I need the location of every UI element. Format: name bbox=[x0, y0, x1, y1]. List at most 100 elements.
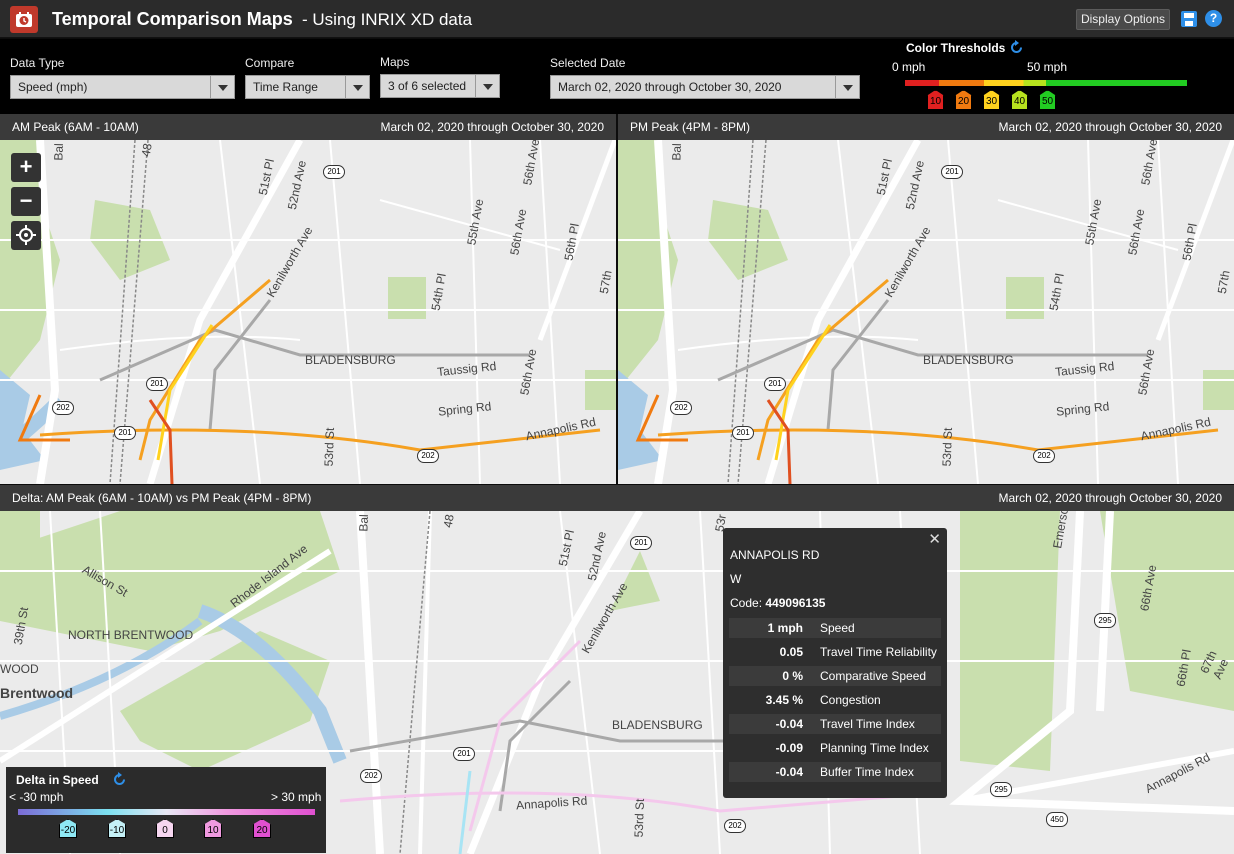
popup-row-speed: 1 mph Speed bbox=[729, 618, 941, 638]
delta-legend: Delta in Speed < -30 mph > 30 mph -20 -1… bbox=[6, 767, 326, 853]
reset-thresholds-icon[interactable] bbox=[1009, 40, 1024, 55]
map-label-bladensburg: BLADENSBURG bbox=[923, 353, 1014, 367]
popup-label: Travel Time Index bbox=[820, 717, 915, 731]
help-icon[interactable]: ? bbox=[1205, 10, 1222, 27]
popup-label: Planning Time Index bbox=[820, 741, 929, 755]
compare-value: Time Range bbox=[253, 80, 318, 94]
route-shield-295: 295 bbox=[1094, 613, 1116, 628]
popup-value: -0.04 bbox=[775, 717, 803, 731]
map-label-bladensburg: BLADENSBURG bbox=[305, 353, 396, 367]
map-label-wood: WOOD bbox=[0, 662, 39, 676]
route-shield-201: 201 bbox=[146, 377, 168, 391]
map-label-48: 48 bbox=[440, 513, 457, 529]
delta-legend-title: Delta in Speed bbox=[16, 773, 99, 787]
route-shield-202: 202 bbox=[670, 401, 692, 415]
selected-date-label: Selected Date bbox=[550, 56, 626, 70]
popup-value: 3.45 % bbox=[765, 693, 803, 707]
zoom-in-button[interactable]: + bbox=[11, 153, 41, 182]
map-label-53rd: 53rd St bbox=[321, 427, 338, 467]
display-options-button[interactable]: Display Options bbox=[1076, 9, 1170, 30]
pm-peak-title: PM Peak (4PM - 8PM) bbox=[630, 120, 751, 134]
popup-label: Travel Time Reliability bbox=[820, 645, 937, 659]
popup-row-pti: -0.09 Planning Time Index bbox=[729, 738, 941, 758]
popup-row-bti: -0.04 Buffer Time Index bbox=[729, 762, 941, 782]
popup-label: Congestion bbox=[820, 693, 881, 707]
crosshair-icon bbox=[16, 225, 36, 245]
segment-info-popup: ✕ ANNAPOLIS RD W Code: 449096135 1 mph Sp… bbox=[723, 528, 947, 798]
maps-select[interactable]: 3 of 6 selected bbox=[380, 74, 500, 98]
delta-marker-20[interactable]: 20 bbox=[253, 819, 271, 838]
delta-min-label: < -30 mph bbox=[9, 790, 64, 804]
chevron-down-icon bbox=[345, 76, 369, 98]
threshold-color-bar bbox=[905, 80, 1187, 86]
map-label-53rd: 53rd St bbox=[939, 427, 956, 467]
popup-row-ttr: 0.05 Travel Time Reliability bbox=[729, 642, 941, 662]
delta-title: Delta: AM Peak (6AM - 10AM) vs PM Peak (… bbox=[12, 491, 312, 505]
popup-value: -0.09 bbox=[775, 741, 803, 755]
route-shield-295: 295 bbox=[990, 782, 1012, 797]
route-shield-202: 202 bbox=[360, 769, 382, 783]
am-peak-panel-header: AM Peak (6AM - 10AM) March 02, 2020 thro… bbox=[0, 114, 616, 140]
app-header: Temporal Comparison Maps - Using INRIX X… bbox=[0, 0, 1234, 38]
threshold-max-label: 50 mph bbox=[1027, 60, 1068, 74]
color-thresholds-title: Color Thresholds bbox=[906, 41, 1006, 55]
am-peak-date: March 02, 2020 through October 30, 2020 bbox=[380, 120, 604, 134]
delta-marker-10[interactable]: 10 bbox=[204, 819, 222, 838]
delta-date: March 02, 2020 through October 30, 2020 bbox=[998, 491, 1222, 505]
pm-peak-date: March 02, 2020 through October 30, 2020 bbox=[998, 120, 1222, 134]
popup-value: 1 mph bbox=[767, 621, 803, 635]
delta-marker-neg20[interactable]: -20 bbox=[59, 819, 77, 838]
delta-panel-header: Delta: AM Peak (6AM - 10AM) vs PM Peak (… bbox=[0, 485, 1234, 511]
pm-peak-map[interactable]: BLADENSBURG Taussig Rd Spring Rd Annapol… bbox=[618, 140, 1234, 484]
selected-date-value: March 02, 2020 through October 30, 2020 bbox=[558, 80, 782, 94]
popup-row-congestion: 3.45 % Congestion bbox=[729, 690, 941, 710]
route-shield-201: 201 bbox=[732, 426, 754, 440]
data-type-select[interactable]: Speed (mph) bbox=[10, 75, 235, 99]
pm-peak-panel-header: PM Peak (4PM - 8PM) March 02, 2020 throu… bbox=[618, 114, 1234, 140]
reset-delta-icon[interactable] bbox=[112, 772, 127, 787]
data-type-label: Data Type bbox=[10, 56, 65, 70]
map-label-48: 48 bbox=[138, 142, 155, 158]
compare-select[interactable]: Time Range bbox=[245, 75, 370, 99]
app-title: Temporal Comparison Maps bbox=[52, 9, 293, 29]
zoom-out-button[interactable]: − bbox=[11, 187, 41, 216]
maps-value: 3 of 6 selected bbox=[388, 79, 467, 93]
popup-code-value: 449096135 bbox=[765, 596, 826, 610]
route-shield-201: 201 bbox=[630, 536, 652, 550]
popup-label: Comparative Speed bbox=[820, 669, 927, 683]
popup-value: -0.04 bbox=[775, 765, 803, 779]
route-shield-450: 450 bbox=[1046, 812, 1068, 827]
popup-value: 0.05 bbox=[779, 645, 803, 659]
maps-label: Maps bbox=[380, 55, 410, 69]
route-shield-201: 201 bbox=[323, 165, 345, 179]
close-popup-button[interactable]: ✕ bbox=[928, 530, 941, 548]
threshold-min-label: 0 mph bbox=[892, 60, 926, 74]
delta-marker-neg10[interactable]: -10 bbox=[108, 819, 126, 838]
save-icon[interactable] bbox=[1181, 11, 1197, 27]
delta-marker-0[interactable]: 0 bbox=[156, 819, 174, 838]
map-label-bladensburg: BLADENSBURG bbox=[612, 718, 703, 732]
locate-button[interactable] bbox=[11, 221, 41, 250]
delta-max-label: > 30 mph bbox=[271, 790, 322, 804]
selected-date-select[interactable]: March 02, 2020 through October 30, 2020 bbox=[550, 75, 860, 99]
popup-code-label: Code: bbox=[730, 596, 763, 610]
chevron-down-icon bbox=[835, 76, 859, 98]
map-label-53rd: 53rd St bbox=[631, 798, 648, 838]
data-type-value: Speed (mph) bbox=[18, 80, 88, 94]
route-shield-201: 201 bbox=[941, 165, 963, 179]
am-peak-map[interactable]: BLADENSBURG Taussig Rd Spring Rd Annapol… bbox=[0, 140, 616, 484]
route-shield-202: 202 bbox=[52, 401, 74, 415]
popup-label: Speed bbox=[820, 621, 855, 635]
route-shield-201: 201 bbox=[764, 377, 786, 391]
chevron-down-icon bbox=[210, 76, 234, 98]
delta-color-bar bbox=[18, 809, 315, 815]
chevron-down-icon bbox=[475, 75, 499, 97]
am-peak-title: AM Peak (6AM - 10AM) bbox=[12, 120, 139, 134]
app-logo-icon bbox=[10, 6, 38, 33]
popup-code: Code: 449096135 bbox=[730, 596, 825, 610]
route-shield-202: 202 bbox=[1033, 449, 1055, 463]
route-shield-201: 201 bbox=[114, 426, 136, 440]
popup-row-comparative-speed: 0 % Comparative Speed bbox=[729, 666, 941, 686]
popup-row-tti: -0.04 Travel Time Index bbox=[729, 714, 941, 734]
route-shield-202: 202 bbox=[724, 819, 746, 833]
